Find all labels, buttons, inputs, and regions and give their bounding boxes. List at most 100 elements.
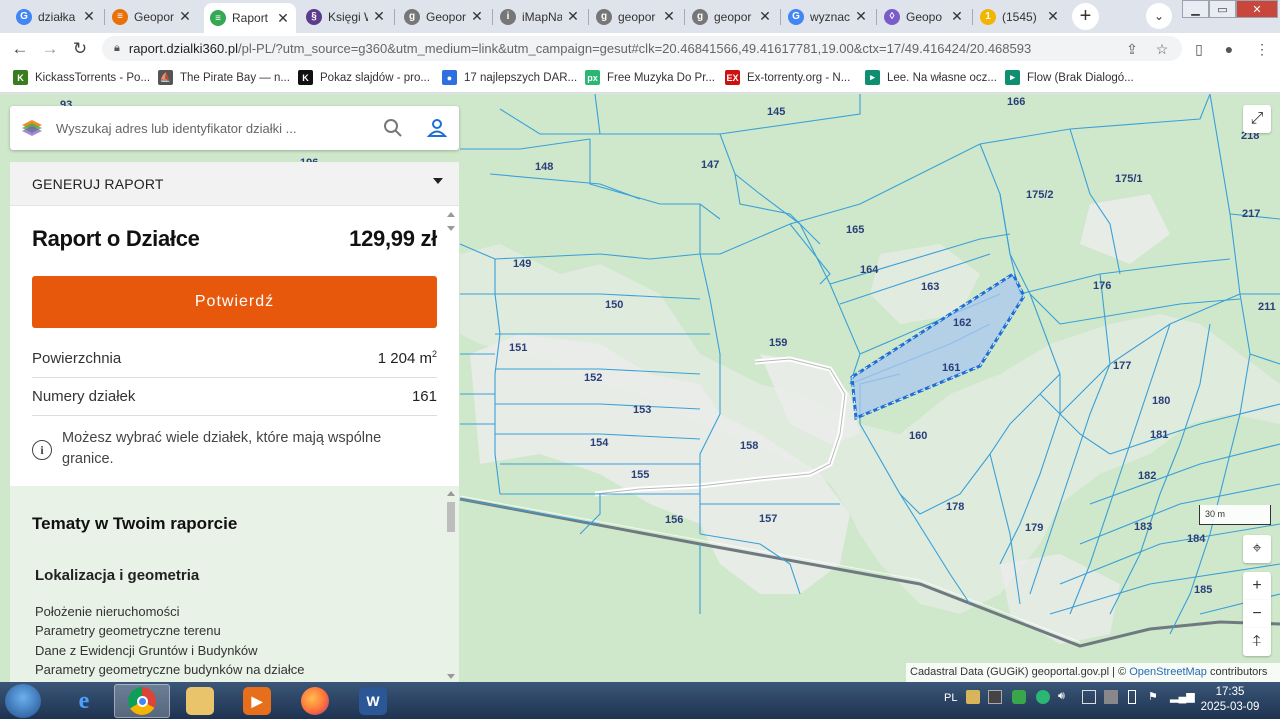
signal-icon[interactable]: ▂▄▆ bbox=[1170, 690, 1195, 703]
parcel-number-label[interactable]: 150 bbox=[605, 299, 623, 311]
tab[interactable]: § Księgi W ✕ bbox=[300, 3, 392, 30]
tab-close-icon[interactable]: ✕ bbox=[178, 8, 192, 25]
tab[interactable]: g geopor ✕ bbox=[590, 3, 682, 30]
scroll-down-icon[interactable] bbox=[447, 226, 455, 231]
tab-close-icon[interactable]: ✕ bbox=[854, 8, 868, 25]
tray-nvidia-icon[interactable] bbox=[1012, 690, 1026, 704]
side-panel-icon[interactable]: ▯ bbox=[1187, 37, 1211, 61]
bookmark-item[interactable]: px Free Muzyka Do Pr... bbox=[585, 70, 715, 85]
parcel-number-label[interactable]: 211 bbox=[1258, 301, 1276, 313]
tray-security-icon[interactable] bbox=[1104, 690, 1118, 704]
parcel-number-label[interactable]: 149 bbox=[513, 258, 531, 270]
taskbar-firefox[interactable] bbox=[287, 684, 343, 718]
tab[interactable]: Gwyznac ✕ bbox=[782, 3, 874, 30]
parcel-number-label[interactable]: 161 bbox=[942, 362, 960, 374]
parcel-number-label[interactable]: 166 bbox=[1007, 96, 1025, 108]
tab-close-icon[interactable]: ✕ bbox=[1046, 8, 1060, 25]
tab[interactable]: g Geopor ✕ bbox=[398, 3, 490, 30]
bookmark-item[interactable]: EX Ex-torrenty.org - N... bbox=[725, 70, 850, 85]
profile-icon[interactable]: ● bbox=[1217, 37, 1241, 61]
parcel-number-label[interactable]: 184 bbox=[1187, 533, 1205, 545]
zoom-out-button[interactable]: − bbox=[1243, 600, 1271, 628]
scroll-down-icon[interactable] bbox=[447, 674, 455, 679]
minimize-button[interactable]: ▁ bbox=[1182, 0, 1209, 18]
flag-icon[interactable]: ⚑ bbox=[1148, 690, 1158, 703]
battery-icon[interactable] bbox=[1128, 690, 1136, 704]
taskbar-media[interactable]: ▶ bbox=[229, 684, 285, 718]
parcel-number-label[interactable]: 152 bbox=[584, 372, 602, 384]
parcel-number-label[interactable]: 163 bbox=[921, 281, 939, 293]
tab[interactable]: 1 (1545) ✕ bbox=[974, 3, 1066, 30]
forward-button[interactable]: → bbox=[38, 37, 62, 61]
parcel-number-label[interactable]: 182 bbox=[1138, 470, 1156, 482]
bookmark-item[interactable]: ● 17 najlepszych DAR... bbox=[442, 70, 577, 85]
bookmark-item[interactable]: ▸ Flow (Brak Dialogó... bbox=[1005, 70, 1134, 85]
tab-close-icon[interactable]: ✕ bbox=[950, 8, 964, 25]
fullscreen-button[interactable]: ⤢ bbox=[1243, 105, 1271, 133]
tab[interactable]: i iMapNa ✕ bbox=[494, 3, 586, 30]
tab-close-icon[interactable]: ✕ bbox=[372, 8, 386, 25]
parcel-number-label[interactable]: 147 bbox=[701, 159, 719, 171]
osm-link[interactable]: OpenStreetMap bbox=[1129, 666, 1207, 678]
parcel-number-label[interactable]: 155 bbox=[631, 469, 649, 481]
parcel-number-label[interactable]: 175/1 bbox=[1115, 173, 1143, 185]
locate-button[interactable]: ⌖ bbox=[1243, 535, 1271, 563]
taskbar-explorer[interactable] bbox=[172, 684, 228, 718]
back-button[interactable]: ← bbox=[8, 37, 32, 61]
search-icon[interactable] bbox=[382, 117, 404, 139]
parcel-number-label[interactable]: 158 bbox=[740, 440, 758, 452]
bookmark-item[interactable]: ⛵ The Pirate Bay — n... bbox=[158, 70, 290, 85]
parcel-number-label[interactable]: 145 bbox=[767, 106, 785, 118]
tab[interactable]: Gdziałka ✕ bbox=[10, 3, 102, 30]
language-indicator[interactable]: PL bbox=[944, 692, 957, 704]
zoom-in-button[interactable]: + bbox=[1243, 572, 1271, 600]
tab[interactable]: ≡ Raport ✕ bbox=[204, 3, 296, 33]
window-close-button[interactable]: ✕ bbox=[1236, 0, 1278, 18]
menu-icon[interactable]: ⋮ bbox=[1250, 37, 1274, 61]
generate-report-dropdown[interactable]: GENERUJ RAPORT bbox=[10, 162, 459, 206]
tray-display-icon[interactable] bbox=[1082, 690, 1096, 704]
tab[interactable]: ◊ Geopo ✕ bbox=[878, 3, 970, 30]
scroll-thumb[interactable] bbox=[447, 502, 455, 532]
parcel-number-label[interactable]: 154 bbox=[590, 437, 608, 449]
parcel-number-label[interactable]: 185 bbox=[1194, 584, 1212, 596]
user-icon[interactable] bbox=[426, 117, 448, 139]
parcel-number-label[interactable]: 178 bbox=[946, 501, 964, 513]
reset-north-button[interactable]: ⍏ bbox=[1243, 628, 1271, 656]
tab-close-icon[interactable]: ✕ bbox=[82, 8, 96, 25]
parcel-number-label[interactable]: 162 bbox=[953, 317, 971, 329]
tab-close-icon[interactable]: ✕ bbox=[758, 8, 772, 25]
parcel-number-label[interactable]: 181 bbox=[1150, 429, 1168, 441]
tab-close-icon[interactable]: ✕ bbox=[276, 10, 290, 27]
taskbar-ie[interactable]: e bbox=[56, 684, 112, 718]
new-tab-button[interactable]: + bbox=[1072, 3, 1099, 30]
tab-close-icon[interactable]: ✕ bbox=[566, 8, 580, 25]
parcel-number-label[interactable]: 160 bbox=[909, 430, 927, 442]
share-icon[interactable]: ⇪ bbox=[1120, 37, 1144, 61]
parcel-number-label[interactable]: 153 bbox=[633, 404, 651, 416]
scroll-up-icon[interactable] bbox=[447, 491, 455, 496]
tab[interactable]: ≡ Geopor ✕ bbox=[106, 3, 198, 30]
reload-button[interactable]: ↻ bbox=[68, 37, 92, 61]
tray-device-icon[interactable] bbox=[988, 690, 1002, 704]
parcel-number-label[interactable]: 217 bbox=[1242, 208, 1260, 220]
parcel-number-label[interactable]: 183 bbox=[1134, 521, 1152, 533]
parcel-number-label[interactable]: 175/2 bbox=[1026, 189, 1054, 201]
parcel-number-label[interactable]: 177 bbox=[1113, 360, 1131, 372]
taskbar-chrome[interactable] bbox=[114, 684, 170, 718]
tab-close-icon[interactable]: ✕ bbox=[470, 8, 484, 25]
parcel-number-label[interactable]: 165 bbox=[846, 224, 864, 236]
lower-scrollbar[interactable] bbox=[445, 488, 457, 682]
parcel-number-label[interactable]: 159 bbox=[769, 337, 787, 349]
bookmark-item[interactable]: K KickassTorrents - Po... bbox=[13, 70, 150, 85]
parcel-number-label[interactable]: 151 bbox=[509, 342, 527, 354]
parcel-number-label[interactable]: 179 bbox=[1025, 522, 1043, 534]
star-icon[interactable]: ☆ bbox=[1150, 37, 1174, 61]
search-input[interactable] bbox=[56, 116, 376, 140]
tray-app-icon[interactable] bbox=[966, 690, 980, 704]
confirm-button[interactable]: Potwierdź bbox=[32, 276, 437, 328]
tab[interactable]: g geopor ✕ bbox=[686, 3, 778, 30]
parcel-number-label[interactable]: 157 bbox=[759, 513, 777, 525]
address-bar[interactable]: 🔒︎ raport.dzialki360.pl/pl-PL/?utm_sourc… bbox=[102, 36, 1182, 61]
parcel-number-label[interactable]: 148 bbox=[535, 161, 553, 173]
